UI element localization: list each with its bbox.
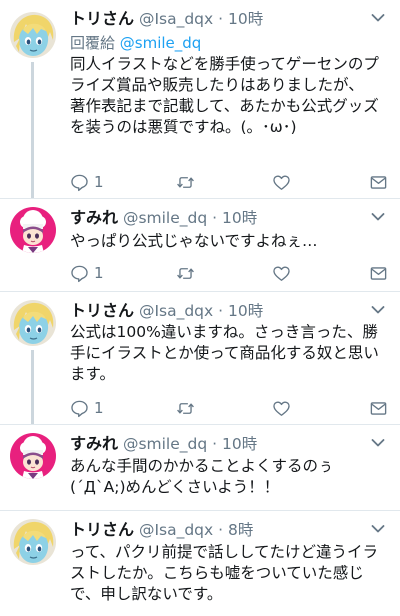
avatar[interactable] — [10, 300, 56, 346]
reply-button[interactable]: 1 — [70, 398, 104, 418]
avatar[interactable] — [10, 12, 56, 58]
tweet-text: あんな手間のかかることよくするのぅ (´Д`A;)めんどくさいよう！！ — [70, 457, 334, 496]
tweet-text: 公式は100%違いますね。さっき言った、勝手にイラストとか使って商品化する奴と思… — [70, 323, 379, 383]
retweet-button[interactable] — [176, 172, 195, 192]
display-name[interactable]: トリさん — [70, 9, 134, 28]
retweet-icon — [176, 264, 195, 283]
tweet[interactable]: すみれ @smile_dq · 10時 やっぱり公式じゃないですよねぇ… 1 — [0, 199, 400, 291]
tweet-header: すみれ @smile_dq · 10時 — [70, 433, 386, 455]
heart-icon — [272, 173, 291, 192]
chevron-down-icon[interactable] — [370, 435, 386, 451]
reply-prefix: 回覆給 — [70, 34, 116, 52]
tweet-header: トリさん @Isa_dqx · 10時 — [70, 300, 386, 322]
user-handle[interactable]: @Isa_dqx — [139, 10, 213, 28]
reply-icon — [70, 264, 89, 283]
reply-button[interactable]: 1 — [70, 263, 104, 283]
avatar[interactable] — [10, 433, 56, 479]
display-name[interactable]: トリさん — [70, 301, 134, 320]
separator-dot: · — [212, 435, 218, 453]
chevron-down-icon[interactable] — [370, 521, 386, 537]
like-button[interactable] — [272, 172, 291, 192]
thread-line — [31, 350, 34, 424]
retweet-button[interactable] — [176, 263, 195, 283]
pink-chef-character-avatar-icon — [10, 433, 56, 479]
blue-haired-character-avatar-icon — [10, 519, 56, 565]
tweet-thread: トリさん @Isa_dqx · 10時 回覆給 @smile_dq 同人イラスト… — [0, 0, 400, 616]
tweet-header: トリさん @Isa_dqx · 10時 — [70, 8, 386, 30]
tweet-text: 同人イラストなどを勝手使ってゲーセンのプライズ賞品や販売したりはありましたが、 … — [70, 55, 379, 136]
retweet-icon — [176, 399, 195, 418]
display-name[interactable]: すみれ — [70, 434, 118, 453]
retweet-button[interactable] — [176, 398, 195, 418]
pink-chef-character-avatar-icon — [10, 207, 56, 253]
reply-count: 1 — [94, 399, 104, 417]
message-button[interactable] — [369, 172, 388, 192]
user-handle[interactable]: @Isa_dqx — [139, 302, 213, 320]
timestamp[interactable]: 10時 — [228, 10, 263, 28]
heart-icon — [272, 264, 291, 283]
tweet-header: トリさん @Isa_dqx · 8時 — [70, 519, 386, 541]
blue-haired-character-avatar-icon — [10, 300, 56, 346]
tweet-header: すみれ @smile_dq · 10時 — [70, 207, 386, 229]
separator-dot: · — [218, 302, 224, 320]
heart-icon — [272, 399, 291, 418]
chevron-down-icon[interactable] — [370, 302, 386, 318]
envelope-icon — [369, 173, 388, 192]
reply-icon — [70, 173, 89, 192]
chevron-down-icon[interactable] — [370, 209, 386, 225]
reply-context: 回覆給 @smile_dq — [70, 33, 201, 53]
reply-mention-link[interactable]: @smile_dq — [120, 34, 202, 52]
timestamp[interactable]: 10時 — [222, 209, 257, 227]
tweet-text: やっぱり公式じゃないですよねぇ… — [70, 232, 318, 250]
reply-count: 1 — [94, 264, 104, 282]
separator-dot: · — [212, 209, 218, 227]
tweet[interactable]: トリさん @Isa_dqx · 8時 って、パクリ前提で話ししてたけど違うイラス… — [0, 511, 400, 616]
chevron-down-icon[interactable] — [370, 10, 386, 26]
tweet-actions: 1 — [70, 398, 388, 418]
display-name[interactable]: トリさん — [70, 520, 134, 539]
like-button[interactable] — [272, 263, 291, 283]
tweet-actions: 1 — [70, 172, 388, 192]
timestamp[interactable]: 8時 — [228, 521, 253, 539]
user-handle[interactable]: @smile_dq — [123, 209, 207, 227]
blue-haired-character-avatar-icon — [10, 12, 56, 58]
message-button[interactable] — [369, 398, 388, 418]
tweet[interactable]: すみれ @smile_dq · 10時 あんな手間のかかることよくするのぅ (´… — [0, 425, 400, 510]
tweet[interactable]: トリさん @Isa_dqx · 10時 回覆給 @smile_dq 同人イラスト… — [0, 0, 400, 198]
tweet-actions: 1 — [70, 263, 388, 283]
timestamp[interactable]: 10時 — [222, 435, 257, 453]
avatar[interactable] — [10, 207, 56, 253]
tweet-text: って、パクリ前提で話ししてたけど違うイラストしたか。こちらも嘘をついていた感じで… — [70, 543, 378, 603]
separator-dot: · — [218, 521, 224, 539]
separator-dot: · — [218, 10, 224, 28]
timestamp[interactable]: 10時 — [228, 302, 263, 320]
like-button[interactable] — [272, 398, 291, 418]
display-name[interactable]: すみれ — [70, 208, 118, 227]
user-handle[interactable]: @Isa_dqx — [139, 521, 213, 539]
thread-line — [31, 62, 34, 198]
user-handle[interactable]: @smile_dq — [123, 435, 207, 453]
reply-icon — [70, 399, 89, 418]
tweet[interactable]: トリさん @Isa_dqx · 10時 公式は100%違いますね。さっき言った、… — [0, 292, 400, 424]
envelope-icon — [369, 264, 388, 283]
reply-button[interactable]: 1 — [70, 172, 104, 192]
retweet-icon — [176, 173, 195, 192]
avatar[interactable] — [10, 519, 56, 565]
message-button[interactable] — [369, 263, 388, 283]
envelope-icon — [369, 399, 388, 418]
reply-count: 1 — [94, 173, 104, 191]
